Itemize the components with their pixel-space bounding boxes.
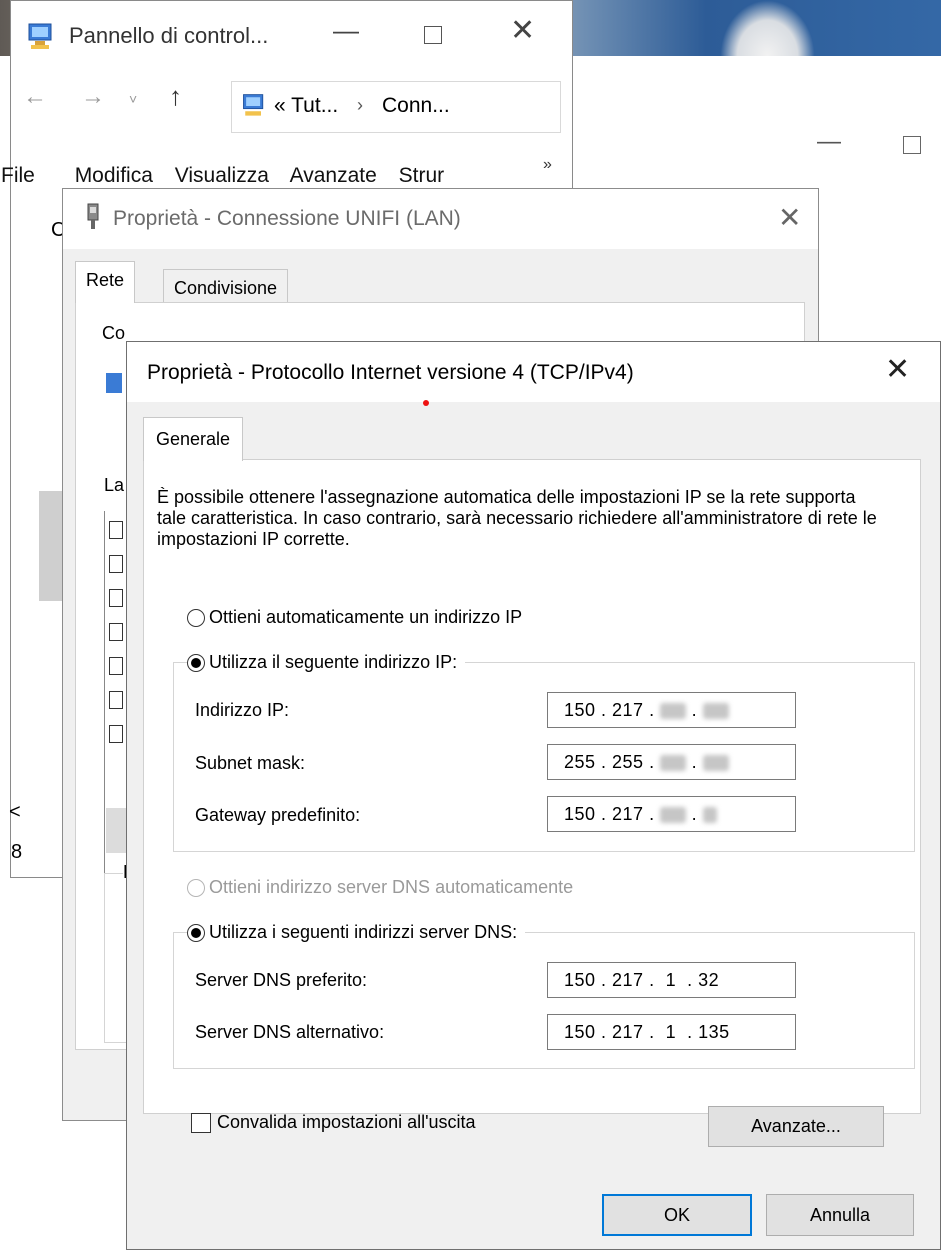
scrollbar[interactable] <box>39 491 63 601</box>
ip-address-field[interactable]: 150 . 217 . . <box>547 692 796 728</box>
alternate-dns-label: Server DNS alternativo: <box>195 1022 385 1042</box>
list-item-checkbox[interactable] <box>109 555 123 573</box>
subnet-mask-label: Subnet mask: <box>195 753 306 773</box>
network-icon <box>28 23 52 49</box>
list-item-checkbox[interactable] <box>109 521 123 539</box>
subnet-mask-field[interactable]: 255 . 255 . . <box>547 744 796 780</box>
ipv4-dialog-title: Proprietà - Protocollo Internet versione… <box>147 361 634 384</box>
breadcrumb-item[interactable]: « Tut... <box>274 94 338 118</box>
redacted-octet <box>660 755 687 772</box>
tab-condivisione[interactable]: Condivisione <box>163 269 289 303</box>
redacted-octet <box>702 755 729 772</box>
ok-button[interactable]: OK <box>602 1194 752 1236</box>
up-arrow-icon[interactable]: ↑ <box>169 81 182 112</box>
network-icon <box>243 94 264 116</box>
menu-bar: File Modifica Visualizza Avanzate Strur <box>1 164 460 188</box>
radio-ip-manual[interactable]: Utilizza il seguente indirizzo IP: <box>187 652 466 673</box>
list-item-checkbox[interactable] <box>109 623 123 641</box>
breadcrumb-item[interactable]: Conn... <box>382 94 450 118</box>
breadcrumb-separator-icon: › <box>357 95 363 115</box>
scroll-left-icon[interactable]: < <box>9 801 21 824</box>
list-item-checkbox[interactable] <box>109 691 123 709</box>
partial-label: Co <box>102 323 126 343</box>
list-item-checkbox[interactable] <box>109 657 123 675</box>
redacted-octet <box>702 703 729 720</box>
close-icon[interactable]: ✕ <box>510 13 535 48</box>
close-icon[interactable]: ✕ <box>885 352 910 387</box>
menu-strumenti[interactable]: Strur <box>399 164 445 187</box>
radio-dns-manual[interactable]: Utilizza i seguenti indirizzi server DNS… <box>187 922 526 943</box>
radio-dns-auto: Ottieni indirizzo server DNS automaticam… <box>187 877 573 898</box>
forward-arrow-icon[interactable]: → <box>81 83 105 111</box>
cursor-dot <box>423 400 429 406</box>
list-item-checkbox[interactable] <box>109 725 123 743</box>
adapter-icon <box>106 373 122 393</box>
intro-text: È possibile ottenere l'assegnazione auto… <box>157 487 877 549</box>
radio-button <box>187 878 205 897</box>
list-item-checkbox[interactable] <box>109 589 123 607</box>
cancel-button[interactable]: Annulla <box>766 1194 914 1236</box>
radio-label: Utilizza i seguenti indirizzi server DNS… <box>209 922 518 942</box>
redacted-octet <box>702 807 717 824</box>
bg-maximize-icon[interactable] <box>903 136 921 154</box>
advanced-button[interactable]: Avanzate... <box>708 1106 884 1147</box>
radio-label: Ottieni indirizzo server DNS automaticam… <box>209 877 574 897</box>
minimize-icon[interactable]: — <box>333 15 359 46</box>
ipv4-properties-dialog: Proprietà - Protocollo Internet versione… <box>126 341 941 1250</box>
radio-label: Ottieni automaticamente un indirizzo IP <box>209 607 523 627</box>
validate-settings-option[interactable]: Convalida impostazioni all'uscita <box>191 1112 476 1133</box>
tab-label: Generale <box>156 429 231 449</box>
ip-address-label: Indirizzo IP: <box>195 700 290 720</box>
chevron-down-icon[interactable]: ˅ <box>129 91 137 107</box>
redacted-octet <box>660 807 687 824</box>
menu-file[interactable]: File <box>1 164 35 187</box>
lan-dialog-title: Proprietà - Connessione UNIFI (LAN) <box>113 207 461 230</box>
control-panel-title: Pannello di control... <box>69 23 269 48</box>
background-tower-image <box>720 0 815 56</box>
ethernet-icon <box>87 203 99 229</box>
tab-label: Rete <box>86 270 125 290</box>
gateway-label: Gateway predefinito: <box>195 805 361 825</box>
alternate-dns-field[interactable]: 150 . 217 . 1 . 135 <box>547 1014 796 1050</box>
tab-label: Condivisione <box>174 278 278 298</box>
radio-label: Utilizza il seguente indirizzo IP: <box>209 652 458 672</box>
radio-ip-auto[interactable]: Ottieni automaticamente un indirizzo IP <box>187 607 522 628</box>
validate-checkbox[interactable] <box>191 1112 211 1133</box>
menu-avanzate[interactable]: Avanzate <box>290 164 377 187</box>
tab-rete[interactable]: Rete <box>75 261 136 303</box>
preferred-dns-field[interactable]: 150 . 217 . 1 . 32 <box>547 962 796 998</box>
menu-visualizza[interactable]: Visualizza <box>175 164 269 187</box>
bg-minimize-icon[interactable]: — <box>817 128 841 156</box>
close-icon[interactable]: ✕ <box>778 201 801 234</box>
radio-button[interactable] <box>187 653 205 672</box>
menu-modifica[interactable]: Modifica <box>75 164 153 187</box>
radio-button[interactable] <box>187 608 205 627</box>
tab-generale[interactable]: Generale <box>143 417 244 461</box>
radio-button[interactable] <box>187 923 205 942</box>
preferred-dns-label: Server DNS preferito: <box>195 970 368 990</box>
validate-label: Convalida impostazioni all'uscita <box>217 1112 476 1132</box>
more-menu-icon[interactable]: » <box>543 156 552 174</box>
partial-status: 8 <box>11 841 23 863</box>
maximize-icon[interactable] <box>424 26 442 44</box>
dns-group <box>173 932 915 1069</box>
address-bar[interactable]: « Tut... › Conn... <box>231 81 561 133</box>
partial-label: La <box>104 475 125 495</box>
gateway-field[interactable]: 150 . 217 . . <box>547 796 796 832</box>
back-arrow-icon[interactable]: ← <box>23 83 47 111</box>
button-stub[interactable] <box>106 808 126 853</box>
redacted-octet <box>660 703 687 720</box>
